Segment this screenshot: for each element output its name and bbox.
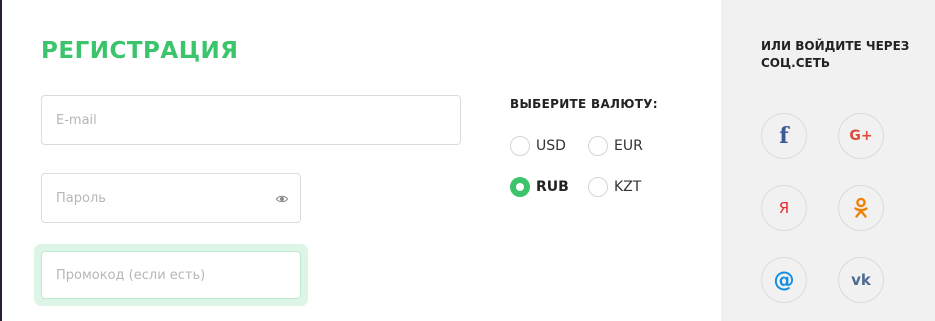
mail-ru-login-button[interactable]: @ <box>761 257 807 303</box>
radio-rub[interactable] <box>510 177 530 197</box>
social-login-title: ИЛИ ВОЙДИТЕ ЧЕРЕЗ СОЦ.СЕТЬ <box>761 39 910 70</box>
currency-usd-label: USD <box>536 138 566 154</box>
yandex-login-button[interactable]: Я <box>761 185 807 231</box>
facebook-icon: f <box>779 123 789 149</box>
currency-option-usd[interactable]: USD <box>510 136 566 156</box>
window-left-border <box>0 0 2 321</box>
currency-option-rub[interactable]: RUB <box>510 177 569 197</box>
odnoklassniki-login-button[interactable] <box>838 185 884 231</box>
page-title: РЕГИСТРАЦИЯ <box>41 38 239 64</box>
social-login-panel: ИЛИ ВОЙДИТЕ ЧЕРЕЗ СОЦ.СЕТЬ f G+ Я @ vk <box>721 0 935 321</box>
facebook-login-button[interactable]: f <box>761 113 807 159</box>
radio-eur[interactable] <box>588 136 608 156</box>
promo-code-field[interactable] <box>42 252 300 298</box>
email-field[interactable] <box>42 96 460 144</box>
email-field-wrapper <box>41 95 461 145</box>
currency-option-eur[interactable]: EUR <box>588 136 643 156</box>
google-plus-icon: G+ <box>849 128 873 144</box>
eye-icon[interactable] <box>276 193 288 205</box>
currency-eur-label: EUR <box>614 138 643 154</box>
password-field-wrapper <box>41 173 301 223</box>
odnoklassniki-icon <box>854 197 868 218</box>
currency-label: ВЫБЕРИТЕ ВАЛЮТУ: <box>510 97 658 111</box>
vk-icon: vk <box>851 270 871 289</box>
currency-option-kzt[interactable]: KZT <box>588 177 641 197</box>
mail-ru-icon: @ <box>773 267 795 292</box>
yandex-icon: Я <box>778 198 790 217</box>
google-plus-login-button[interactable]: G+ <box>838 113 884 159</box>
vk-login-button[interactable]: vk <box>838 257 884 303</box>
radio-kzt[interactable] <box>588 177 608 197</box>
radio-usd[interactable] <box>510 136 530 156</box>
promo-field-wrapper <box>41 251 301 299</box>
password-field[interactable] <box>42 174 300 222</box>
currency-kzt-label: KZT <box>614 179 642 195</box>
currency-rub-label: RUB <box>536 179 569 195</box>
